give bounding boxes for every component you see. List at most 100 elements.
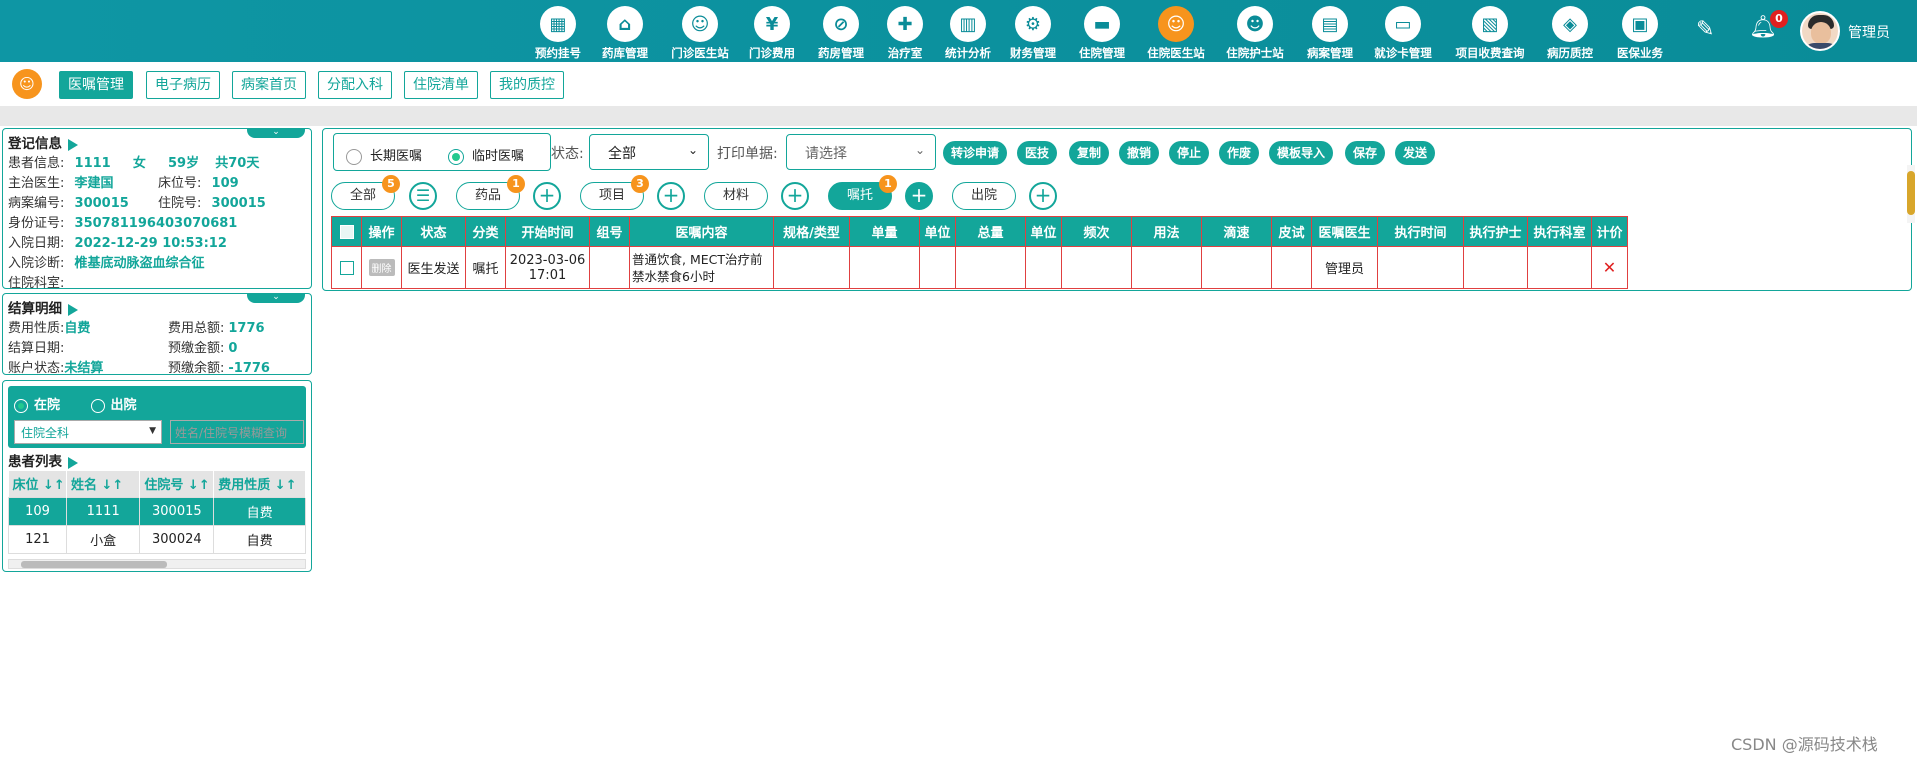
nav-label: 财务管理 xyxy=(1010,46,1056,60)
radio-in-hospital[interactable]: 在院 xyxy=(14,398,60,413)
tab-order-management[interactable]: 医嘱管理 xyxy=(59,71,133,99)
expand-arrow-icon[interactable] xyxy=(68,138,78,151)
expand-arrow-icon[interactable] xyxy=(68,456,78,469)
nav-bed[interactable]: ▬ 住院管理 xyxy=(1062,0,1142,62)
row-checkbox[interactable] xyxy=(331,246,362,289)
dropdown-arrow-icon: ▼ xyxy=(149,426,156,436)
edit-icon[interactable]: ✎ xyxy=(1696,17,1714,42)
nav-invoice[interactable]: ▧ 项目收费查询 xyxy=(1450,0,1530,62)
nav-insurance[interactable]: ▣ 医保业务 xyxy=(1600,0,1680,62)
filter-all[interactable]: 全部 5 xyxy=(331,175,400,210)
filter-drug[interactable]: 药品 1 xyxy=(456,175,525,210)
revoke-button[interactable]: 撤销 xyxy=(1119,141,1160,165)
count-badge: 5 xyxy=(382,175,400,193)
table-row[interactable]: 删除 医生发送 嘱托 2023-03-06 17:01 普通饮食, MECT治疗前… xyxy=(331,246,1628,289)
radio-discharged[interactable]: 出院 xyxy=(90,398,137,413)
orders-panel: 长期医嘱 临时医嘱 状态: 全部 ⌄ 打印单据: 请选择 ⌄ 转诊申请 医技 复制 … xyxy=(322,128,1912,291)
doctor-label: 主治医生: xyxy=(8,176,65,191)
order-type-group: 长期医嘱 临时医嘱 xyxy=(333,133,551,171)
col-name[interactable]: 姓名 ↓↑ xyxy=(66,471,141,497)
patient-filter-bar: 在院 出院 住院全科 ▼ 姓名/住院号模糊查询 xyxy=(8,386,306,448)
copy-button[interactable]: 复制 xyxy=(1069,141,1110,165)
chart-icon: ▥ xyxy=(950,6,986,42)
nav-nurse-station[interactable]: ☻ 住院护士站 xyxy=(1215,0,1295,62)
patient-search-input[interactable]: 姓名/住院号模糊查询 xyxy=(170,420,304,444)
watermark: CSDN @源码技术栈 xyxy=(1731,735,1878,754)
table-row[interactable]: 109 1111 300015 自费 xyxy=(8,496,306,526)
diagnosis-value: 椎基底动脉盗血综合征 xyxy=(74,256,205,271)
nav-inpatient-doctor[interactable]: ☺ 住院医生站 xyxy=(1136,0,1216,62)
add-drug-icon[interactable]: + xyxy=(533,182,561,210)
nav-quality[interactable]: ◈ 病历质控 xyxy=(1530,0,1610,62)
col-bed[interactable]: 床位 ↓↑ xyxy=(8,471,67,497)
nav-card[interactable]: ▭ 就诊卡管理 xyxy=(1363,0,1443,62)
card-icon: ▭ xyxy=(1385,6,1421,42)
horizontal-scrollbar[interactable] xyxy=(8,559,306,569)
vertical-scrollbar[interactable] xyxy=(1907,165,1915,223)
void-button[interactable]: 作废 xyxy=(1219,141,1260,165)
warehouse-icon: ⌂ xyxy=(607,6,643,42)
patient-name: 1111 xyxy=(74,156,111,171)
admit-date-label: 入院日期: xyxy=(8,236,65,251)
medtech-button[interactable]: 医技 xyxy=(1017,141,1058,165)
order-doctor: 管理员 xyxy=(1311,246,1378,289)
order-qty xyxy=(849,246,920,289)
nav-doctor[interactable]: ☺ 门诊医生站 xyxy=(660,0,740,62)
send-button[interactable]: 发送 xyxy=(1395,141,1436,165)
patient-label: 患者信息: xyxy=(8,156,65,171)
add-material-icon[interactable]: + xyxy=(781,182,809,210)
col-header: 医嘱内容 xyxy=(629,216,774,247)
expand-arrow-icon[interactable] xyxy=(68,303,78,316)
tab-assign-dept[interactable]: 分配入科 xyxy=(318,71,392,99)
nav-warehouse[interactable]: ⌂ 药库管理 xyxy=(585,0,665,62)
bed-label: 床位号: xyxy=(158,176,202,191)
id-label: 身份证号: xyxy=(8,216,65,231)
avatar[interactable] xyxy=(1800,11,1840,51)
radio-temporary[interactable]: 临时医嘱 xyxy=(448,145,524,165)
print-select[interactable]: 请选择 ⌄ xyxy=(786,134,936,170)
nav-label: 药库管理 xyxy=(602,46,648,60)
order-exec-time xyxy=(1377,246,1464,289)
add-discharge-icon[interactable]: + xyxy=(1029,182,1057,210)
add-instruction-icon[interactable]: + xyxy=(905,182,933,210)
referral-button[interactable]: 转诊申请 xyxy=(943,141,1008,165)
tab-emr[interactable]: 电子病历 xyxy=(146,71,220,99)
nav-gear[interactable]: ⚙ 财务管理 xyxy=(993,0,1073,62)
collapse-toggle[interactable]: ⌄ xyxy=(247,293,305,303)
stop-button[interactable]: 停止 xyxy=(1169,141,1210,165)
add-item-icon[interactable]: + xyxy=(657,182,685,210)
col-fee-type[interactable]: 费用性质 ↓↑ xyxy=(213,471,306,497)
filter-item[interactable]: 项目 3 xyxy=(580,175,649,210)
filter-material[interactable]: 材料 xyxy=(704,182,768,210)
tab-inpatient-list[interactable]: 住院清单 xyxy=(404,71,478,99)
patient-gender: 女 xyxy=(132,156,146,171)
list-menu-icon[interactable]: ☰ xyxy=(409,182,437,210)
ward-select[interactable]: 住院全科 ▼ xyxy=(14,420,162,444)
nurse-icon: ✚ xyxy=(887,6,923,42)
username[interactable]: 管理员 xyxy=(1848,22,1890,42)
delete-button[interactable]: 删除 xyxy=(361,246,402,289)
tab-case-home[interactable]: 病案首页 xyxy=(232,71,306,99)
tab-my-qc[interactable]: 我的质控 xyxy=(490,71,564,99)
inpatient-value: 300015 xyxy=(211,196,266,211)
col-inpatient-no[interactable]: 住院号 ↓↑ xyxy=(139,471,215,497)
nav-record[interactable]: ▤ 病案管理 xyxy=(1290,0,1370,62)
order-start-time: 2023-03-06 17:01 xyxy=(505,246,590,289)
doctor-value: 李建国 xyxy=(74,176,114,191)
quality-icon: ◈ xyxy=(1552,6,1588,42)
order-total xyxy=(955,246,1026,289)
collapse-toggle[interactable]: ⌄ xyxy=(247,128,305,138)
table-row[interactable]: 121 小盒 300024 自费 xyxy=(8,524,306,554)
template-import-button[interactable]: 模板导入 xyxy=(1269,141,1334,165)
nav-label: 药房管理 xyxy=(818,46,864,60)
nav-label: 统计分析 xyxy=(945,46,991,60)
select-all-checkbox[interactable] xyxy=(331,216,362,247)
status-select[interactable]: 全部 ⌄ xyxy=(589,134,709,170)
radio-long-term[interactable]: 长期医嘱 xyxy=(346,145,422,165)
save-button[interactable]: 保存 xyxy=(1345,141,1386,165)
filter-discharge[interactable]: 出院 xyxy=(952,182,1016,210)
prepay-label: 预缴金额: xyxy=(168,341,225,356)
nav-yen[interactable]: ¥ 门诊费用 xyxy=(732,0,812,62)
nav-label: 病案管理 xyxy=(1307,46,1353,60)
filter-instruction[interactable]: 嘱托 1 xyxy=(828,175,897,210)
